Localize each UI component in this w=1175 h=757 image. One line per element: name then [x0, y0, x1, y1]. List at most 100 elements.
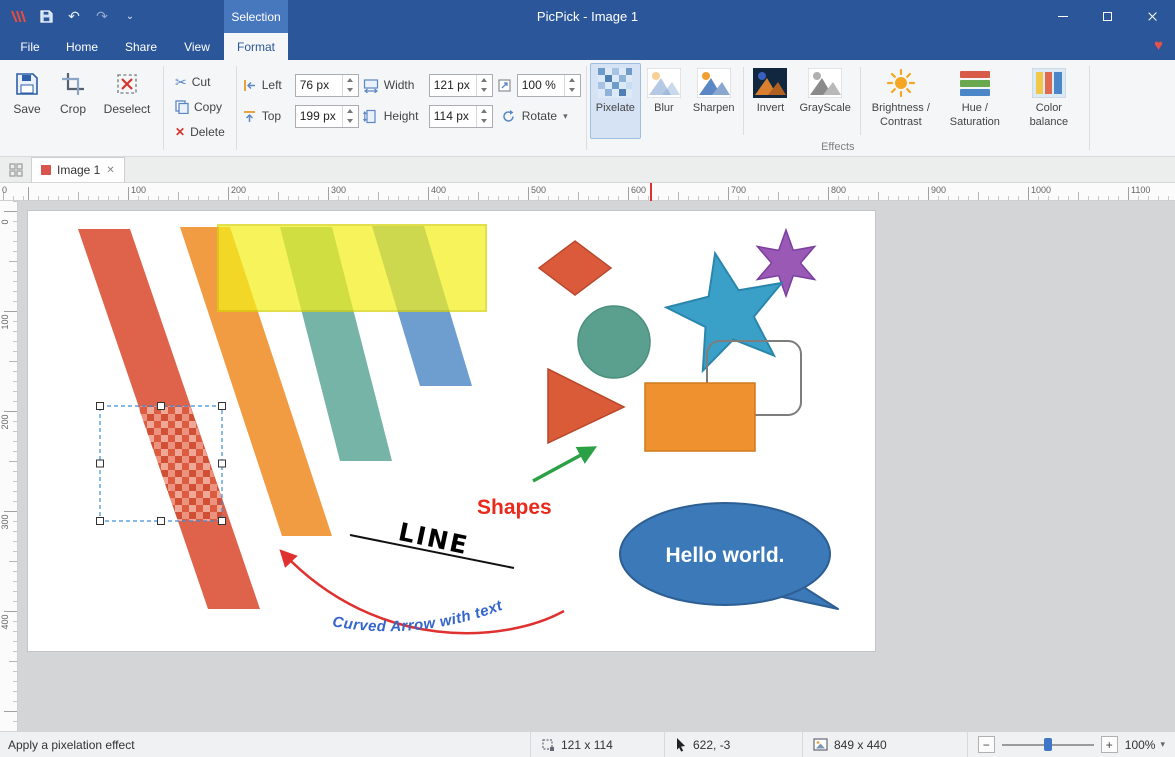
- width-input[interactable]: [430, 75, 476, 96]
- copy-button[interactable]: Copy: [169, 96, 231, 118]
- width-step-up[interactable]: [477, 75, 492, 86]
- quick-access-toolbar: ↶ ↷ ⌄: [0, 6, 140, 28]
- redo-icon[interactable]: ↷: [92, 6, 112, 28]
- title-bar: ↶ ↷ ⌄ Selection PicPick - Image 1: [0, 0, 1175, 33]
- left-field-label: Left: [262, 78, 290, 92]
- window-title: PicPick - Image 1: [0, 9, 1175, 24]
- height-spinbox: [429, 105, 493, 128]
- effect-grayscale-button[interactable]: GrayScale: [793, 63, 856, 139]
- document-tab-strip: Image 1 ✕: [0, 157, 1175, 183]
- ribbon: Save Crop Deselect ✂ Cut Copy: [0, 60, 1175, 157]
- effects-group: Pixelate Blur Sharpen Invert GraySc: [590, 63, 1086, 156]
- delete-button[interactable]: ✕ Delete: [169, 121, 231, 143]
- height-input[interactable]: [430, 106, 476, 127]
- tab-share[interactable]: Share: [112, 33, 170, 60]
- customize-toolbar-icon[interactable]: ⌄: [120, 6, 140, 28]
- width-step-down[interactable]: [477, 85, 492, 96]
- rotate-button[interactable]: Rotate ▾: [497, 104, 581, 128]
- scale-step-down[interactable]: [565, 85, 580, 96]
- deselect-button[interactable]: Deselect: [96, 65, 158, 141]
- effect-hue-saturation-button[interactable]: Hue / Saturation: [938, 63, 1012, 139]
- effect-blur-button[interactable]: Blur: [641, 63, 687, 139]
- minimize-button[interactable]: [1040, 0, 1085, 33]
- cursor-icon: [675, 738, 687, 752]
- ruler-label: 1000: [1031, 185, 1051, 195]
- effect-pixelate-button[interactable]: Pixelate: [590, 63, 641, 139]
- top-input[interactable]: [296, 106, 342, 127]
- cut-label: Cut: [192, 75, 211, 89]
- close-icon: [1147, 11, 1158, 22]
- tab-home[interactable]: Home: [52, 33, 112, 60]
- image-canvas[interactable]: Shapes LINE Curved Arrow with text Hello…: [28, 211, 875, 651]
- left-step-up[interactable]: [343, 75, 358, 86]
- top-step-up[interactable]: [343, 106, 358, 117]
- top-field-label: Top: [262, 109, 290, 123]
- zoom-slider-thumb[interactable]: [1044, 738, 1052, 751]
- left-step-down[interactable]: [343, 85, 358, 96]
- effect-pixelate-label: Pixelate: [596, 102, 635, 116]
- ruler-label: 300: [0, 508, 10, 536]
- delete-icon: ✕: [175, 125, 185, 139]
- tab-file[interactable]: File: [8, 33, 52, 60]
- effect-color-balance-label: Color balance: [1018, 102, 1080, 130]
- scale-step-up[interactable]: [565, 75, 580, 86]
- effect-color-balance-button[interactable]: Color balance: [1012, 63, 1086, 139]
- zoom-out-button[interactable]: −: [978, 736, 995, 753]
- picpick-logo-icon: [8, 6, 28, 28]
- rotate-label: Rotate: [522, 109, 557, 123]
- shapes-text: Shapes: [477, 496, 552, 519]
- ribbon-separator: [586, 66, 587, 150]
- curved-arrow-text: Curved Arrow with text: [331, 597, 505, 635]
- effect-invert-button[interactable]: Invert: [747, 63, 793, 139]
- scale-spinbox: [517, 74, 581, 97]
- left-spinbox: [295, 74, 359, 97]
- ruler-label: 400: [431, 185, 446, 195]
- save-button[interactable]: Save: [4, 65, 50, 141]
- zoom-in-button[interactable]: +: [1101, 736, 1118, 753]
- highlight-rectangle-yellow: [218, 225, 486, 311]
- tab-close-icon[interactable]: ✕: [106, 165, 114, 176]
- deselect-icon: [114, 71, 140, 97]
- effect-blur-label: Blur: [654, 102, 674, 116]
- document-tab-image1[interactable]: Image 1 ✕: [31, 157, 125, 182]
- ribbon-separator: [163, 66, 164, 150]
- invert-icon: [753, 68, 787, 98]
- horizontal-ruler: 0 100 200 300 400 500 600 700 800 900 10…: [0, 183, 1175, 201]
- maximize-button[interactable]: [1085, 0, 1130, 33]
- tab-view[interactable]: View: [170, 33, 224, 60]
- quick-save-icon[interactable]: [36, 6, 56, 28]
- heart-icon[interactable]: ♥: [1154, 37, 1163, 54]
- maximize-icon: [1103, 12, 1112, 21]
- cursor-position-value: 622, -3: [693, 738, 730, 752]
- tab-format[interactable]: Format: [224, 33, 288, 60]
- effect-brightness-contrast-button[interactable]: Brightness / Contrast: [864, 63, 938, 139]
- width-icon: [363, 78, 379, 93]
- close-button[interactable]: [1130, 0, 1175, 33]
- orange-rectangle: [645, 383, 755, 451]
- effect-hue-saturation-label: Hue / Saturation: [944, 102, 1006, 130]
- contextual-tab-selection[interactable]: Selection: [224, 0, 288, 33]
- left-input[interactable]: [296, 75, 342, 96]
- height-step-up[interactable]: [477, 106, 492, 117]
- deselect-label: Deselect: [104, 102, 151, 116]
- ruler-label: 0: [0, 208, 10, 236]
- top-step-down[interactable]: [343, 116, 358, 127]
- pixelate-icon: [598, 68, 632, 98]
- color-balance-icon: [1032, 68, 1066, 98]
- ruler-label: 0: [2, 185, 7, 195]
- cut-button[interactable]: ✂ Cut: [169, 71, 231, 93]
- height-step-down[interactable]: [477, 116, 492, 127]
- zoom-level[interactable]: 100% ▾: [1125, 738, 1169, 752]
- crop-button[interactable]: Crop: [50, 65, 96, 141]
- image-size-value: 849 x 440: [834, 738, 887, 752]
- undo-icon[interactable]: ↶: [64, 6, 84, 28]
- position-group: Left Top: [240, 63, 361, 156]
- tab-list-icon[interactable]: [4, 158, 28, 182]
- effect-sharpen-button[interactable]: Sharpen: [687, 63, 741, 139]
- zoom-slider[interactable]: [1002, 736, 1094, 753]
- scale-input[interactable]: [518, 75, 564, 96]
- selection-size-indicator: 121 x 114: [530, 732, 664, 757]
- ruler-label: 800: [831, 185, 846, 195]
- document-icon: [41, 165, 51, 175]
- effects-group-label: Effects: [590, 139, 1086, 156]
